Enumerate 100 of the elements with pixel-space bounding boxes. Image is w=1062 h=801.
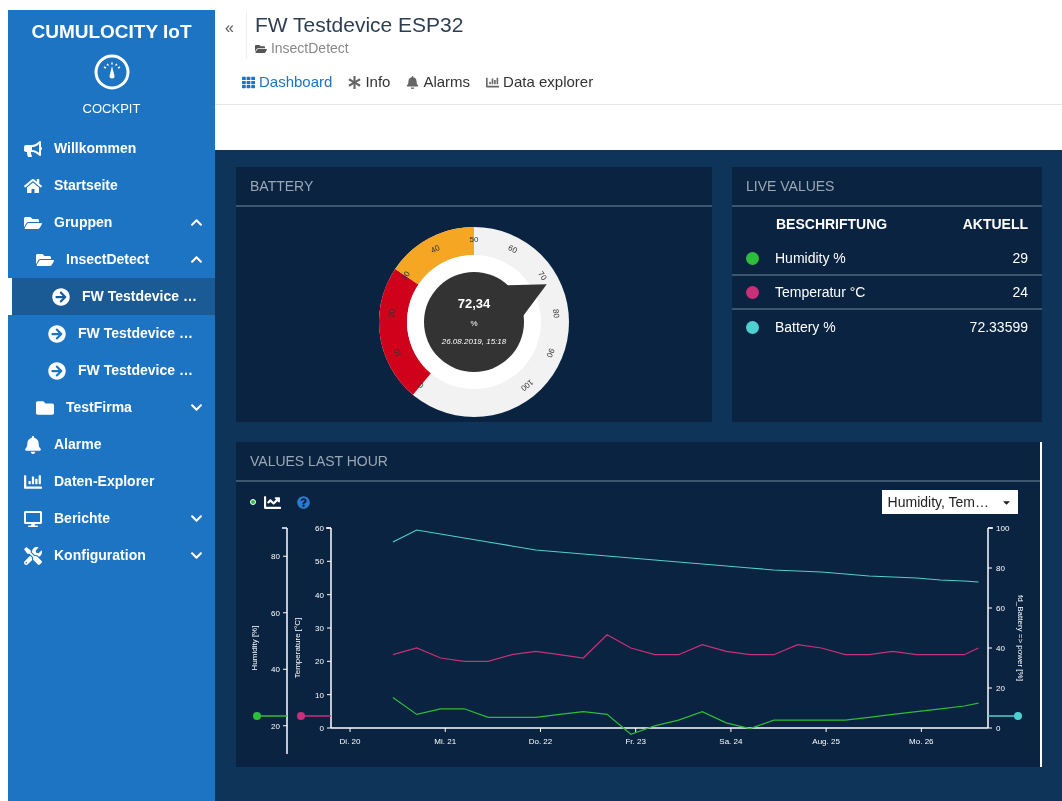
axis-handle[interactable] [987, 712, 1022, 720]
sidebar-item-label: Willkommen [54, 139, 138, 158]
bar-chart-icon [24, 472, 42, 491]
chevron-down-icon[interactable] [190, 549, 203, 562]
gauge-logo-icon [92, 52, 131, 91]
breadcrumb-link[interactable]: InsectDetect [270, 38, 349, 60]
x-tick-label: Mo. 26 [909, 737, 934, 746]
page-title: FW Testdevice ESP32 [254, 12, 464, 38]
sidebar-item[interactable]: Konfiguration [8, 537, 215, 574]
sidebar-item[interactable]: FW Testdevice … [8, 278, 215, 315]
table-cell-text: 24 [1012, 282, 1028, 302]
table-cell-text: 72.33599 [969, 317, 1028, 337]
sidebar-item-label: Berichte [54, 509, 112, 528]
y-tick-label: 40 [271, 665, 280, 675]
megaphone-icon [24, 139, 42, 158]
tab[interactable]: Data explorer [486, 71, 594, 94]
sidebar-item[interactable]: Alarme [8, 426, 215, 463]
tab[interactable]: Info [348, 71, 391, 94]
sidebar-item-label: Alarme [54, 435, 103, 454]
y-tick-label: 30 [315, 624, 324, 633]
gauge-value: 72,34 [457, 296, 491, 311]
sidebar-item[interactable]: InsectDetect [8, 241, 215, 278]
axis-handle[interactable] [297, 712, 332, 720]
gauge-tick-label: 50 [469, 235, 479, 245]
gauge-timestamp: 26.08.2019, 15:18 [441, 337, 507, 346]
folder-open-icon [254, 42, 267, 55]
gauge-tick-label: 90 [544, 347, 557, 359]
bar-chart-icon [486, 76, 500, 89]
folder-icon [36, 398, 54, 417]
panel-title: LIVE VALUES [732, 167, 1042, 207]
chevron-up-icon[interactable] [190, 216, 203, 229]
y-axis-label: fd_Battery => power [%] [1016, 595, 1025, 681]
table-cell-text: Battery % [775, 317, 837, 337]
panel-title: VALUES LAST HOUR [236, 442, 1040, 482]
gauge-tick-label: 60 [506, 243, 519, 256]
sidebar-item[interactable]: Berichte [8, 500, 215, 537]
sidebar-item[interactable]: Gruppen [8, 204, 215, 241]
y-tick-label: 80 [271, 552, 280, 562]
app-name: COCKPIT [82, 99, 141, 118]
gauge-tick-label: 40 [429, 243, 442, 256]
sidebar-item[interactable]: Willkommen [8, 130, 215, 167]
line-chart-icon[interactable] [264, 493, 281, 511]
y-tick-label: 50 [315, 557, 324, 567]
grid-icon [242, 76, 255, 89]
chevron-up-icon[interactable] [190, 253, 203, 266]
collapse-sidebar-button[interactable]: « [225, 20, 234, 36]
y-tick-label: 10 [315, 690, 324, 700]
x-tick-label: Fr. 23 [625, 737, 646, 746]
sidebar-item[interactable]: Startseite [8, 167, 215, 204]
y-tick-label: 0 [996, 724, 1001, 733]
sidebar-item[interactable]: TestFirma [8, 389, 215, 426]
column-header: BESCHRIFTUNG [776, 215, 889, 234]
y-tick-label: 40 [996, 644, 1005, 653]
chevron-down-icon[interactable] [190, 512, 203, 525]
x-tick-label: Sa. 24 [719, 737, 743, 746]
y-tick-label: 60 [996, 604, 1005, 613]
y-tick-label: 0 [319, 724, 324, 733]
x-tick-label: Do. 22 [528, 737, 553, 746]
asterisk-icon [348, 76, 362, 89]
sidebar-item-label: FW Testdevice … [82, 287, 198, 306]
y-tick-label: 60 [271, 608, 280, 618]
sidebar-item-label: Gruppen [54, 213, 114, 232]
gauge-tick-label: 0 [416, 380, 426, 390]
y-tick-label: 60 [315, 524, 324, 533]
sidebar-item-label: TestFirma [66, 398, 133, 417]
help-icon[interactable] [297, 495, 310, 509]
sidebar-item[interactable]: FW Testdevice … [8, 315, 215, 352]
x-tick-label: Di. 20 [339, 737, 361, 746]
axis-handle[interactable] [253, 712, 288, 720]
sidebar-item[interactable]: Daten-Explorer [8, 463, 215, 500]
sidebar-item-label: Startseite [54, 176, 119, 195]
x-tick-label: Aug. 25 [812, 737, 840, 746]
table-cell-text: Temperatur °C [775, 282, 867, 302]
table-cell-text: Humidity % [775, 248, 847, 268]
sidebar-item-label: Daten-Explorer [54, 472, 156, 491]
sidebar-item-label: InsectDetect [66, 250, 151, 269]
gauge-tick-label: 10 [391, 347, 404, 359]
sidebar-item[interactable]: FW Testdevice … [8, 352, 215, 389]
y-tick-label: 100 [996, 524, 1010, 533]
gauge-tick-label: 100 [518, 377, 535, 393]
sidebar-item-label: FW Testdevice … [78, 361, 194, 380]
chevron-down-icon[interactable] [190, 401, 203, 414]
gauge-tick-label: 20 [387, 308, 397, 319]
tools-icon [24, 546, 42, 565]
y-tick-label: 20 [996, 684, 1005, 693]
gauge-tick-label: 80 [551, 308, 561, 319]
home-icon [24, 176, 42, 195]
tab[interactable]: Dashboard [242, 71, 333, 94]
y-tick-label: 20 [271, 721, 280, 731]
column-header: AKTUELL [962, 215, 1028, 234]
y-tick-label: 40 [315, 590, 324, 600]
table-cell-text: 29 [1012, 248, 1028, 268]
sidebar-item-label: Konfiguration [54, 546, 147, 565]
bell-icon [24, 435, 42, 454]
y-axis-label: Temperature [°C] [293, 617, 302, 679]
tab[interactable]: Alarms [406, 71, 471, 94]
series-dropdown[interactable]: Humidity, Tem… [881, 490, 1018, 514]
x-tick-label: Mi. 21 [434, 737, 457, 746]
y-tick-label: 20 [315, 657, 324, 667]
gauge-unit: % [470, 319, 478, 328]
